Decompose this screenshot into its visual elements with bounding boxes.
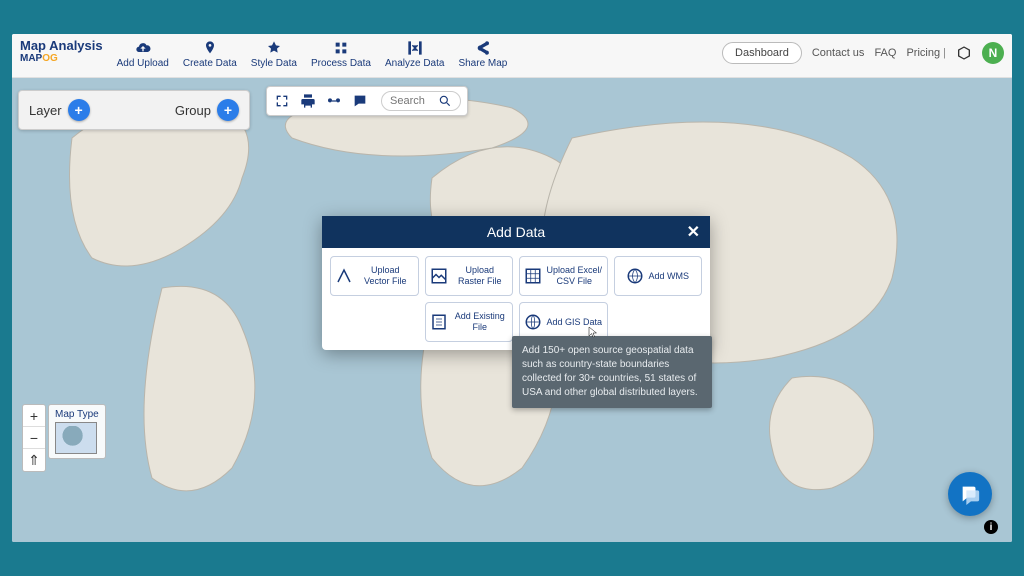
cloud-upload-icon bbox=[135, 40, 151, 56]
north-button[interactable]: ⇑ bbox=[23, 449, 45, 471]
spreadsheet-icon bbox=[524, 267, 542, 285]
top-menubar: Map Analysis MAPOG Add Upload Create Dat… bbox=[12, 34, 1012, 78]
menubar-right: Dashboard Contact us FAQ Pricing | N bbox=[722, 42, 1004, 64]
group-label: Group bbox=[175, 103, 211, 118]
brand-subtitle: MAPOG bbox=[20, 53, 103, 64]
modal-title: Add Data bbox=[487, 224, 545, 240]
map-toolbar bbox=[266, 86, 468, 116]
layer-section: Layer + bbox=[29, 99, 90, 121]
chat-fab[interactable] bbox=[948, 472, 992, 516]
add-data-modal: Add Data ✕ Upload Vector File Upload Ras… bbox=[322, 216, 710, 350]
avatar[interactable]: N bbox=[982, 42, 1004, 64]
cube-icon[interactable] bbox=[956, 45, 972, 61]
faq-link[interactable]: FAQ bbox=[874, 47, 896, 59]
share-icon bbox=[475, 40, 491, 56]
comment-icon[interactable] bbox=[351, 92, 369, 110]
zoom-out-button[interactable]: − bbox=[23, 427, 45, 449]
brand-title: Map Analysis bbox=[20, 38, 103, 53]
card-add-wms[interactable]: Add WMS bbox=[614, 256, 703, 296]
menu-share-map[interactable]: Share Map bbox=[452, 38, 513, 71]
search-icon bbox=[438, 94, 452, 108]
card-label: Add GIS Data bbox=[546, 317, 602, 328]
card-upload-raster[interactable]: Upload Raster File bbox=[425, 256, 514, 296]
measure-icon[interactable] bbox=[325, 92, 343, 110]
chat-icon bbox=[959, 483, 981, 505]
zoom-control: + − ⇑ bbox=[22, 404, 46, 472]
brand: Map Analysis MAPOG bbox=[20, 38, 103, 64]
globe-icon bbox=[626, 267, 644, 285]
add-layer-button[interactable]: + bbox=[68, 99, 90, 121]
analyze-icon bbox=[407, 40, 423, 56]
card-label: Upload Vector File bbox=[357, 265, 414, 287]
card-label: Upload Raster File bbox=[452, 265, 509, 287]
app-frame: Map Analysis MAPOG Add Upload Create Dat… bbox=[12, 34, 1012, 542]
print-icon[interactable] bbox=[299, 92, 317, 110]
style-icon bbox=[266, 40, 282, 56]
menu-process-data[interactable]: Process Data bbox=[305, 38, 377, 71]
maptype-panel[interactable]: Map Type bbox=[48, 404, 106, 459]
menu-add-upload[interactable]: Add Upload bbox=[111, 38, 175, 71]
globe-data-icon bbox=[524, 313, 542, 331]
pin-icon bbox=[202, 40, 218, 56]
gis-tooltip: Add 150+ open source geospatial data suc… bbox=[512, 336, 712, 408]
menu-analyze-data[interactable]: Analyze Data bbox=[379, 38, 450, 71]
maptype-label: Map Type bbox=[55, 409, 99, 420]
fullscreen-icon[interactable] bbox=[273, 92, 291, 110]
pricing-link[interactable]: Pricing | bbox=[906, 47, 946, 59]
dashboard-button[interactable]: Dashboard bbox=[722, 42, 802, 64]
add-group-button[interactable]: + bbox=[217, 99, 239, 121]
search-input[interactable] bbox=[390, 95, 438, 107]
maptype-thumb bbox=[55, 422, 97, 454]
card-label: Add WMS bbox=[648, 271, 689, 282]
process-icon bbox=[333, 40, 349, 56]
card-label: Upload Excel/ CSV File bbox=[546, 265, 603, 287]
modal-header: Add Data ✕ bbox=[322, 216, 710, 248]
search-box[interactable] bbox=[381, 91, 461, 111]
vector-icon bbox=[335, 267, 353, 285]
modal-body: Upload Vector File Upload Raster File Up… bbox=[322, 248, 710, 350]
close-icon[interactable]: ✕ bbox=[687, 222, 700, 242]
card-upload-excel[interactable]: Upload Excel/ CSV File bbox=[519, 256, 608, 296]
raster-icon bbox=[430, 267, 448, 285]
menu-items: Add Upload Create Data Style Data Proces… bbox=[111, 38, 514, 71]
contact-link[interactable]: Contact us bbox=[812, 47, 865, 59]
group-section: Group + bbox=[175, 99, 239, 121]
file-icon bbox=[430, 313, 448, 331]
menu-create-data[interactable]: Create Data bbox=[177, 38, 243, 71]
layer-panel: Layer + Group + bbox=[18, 90, 250, 130]
layer-label: Layer bbox=[29, 103, 62, 118]
card-upload-vector[interactable]: Upload Vector File bbox=[330, 256, 419, 296]
menu-style-data[interactable]: Style Data bbox=[245, 38, 303, 71]
zoom-in-button[interactable]: + bbox=[23, 405, 45, 427]
card-add-existing[interactable]: Add Existing File bbox=[425, 302, 514, 342]
info-badge[interactable]: i bbox=[984, 520, 998, 534]
card-label: Add Existing File bbox=[452, 311, 509, 333]
